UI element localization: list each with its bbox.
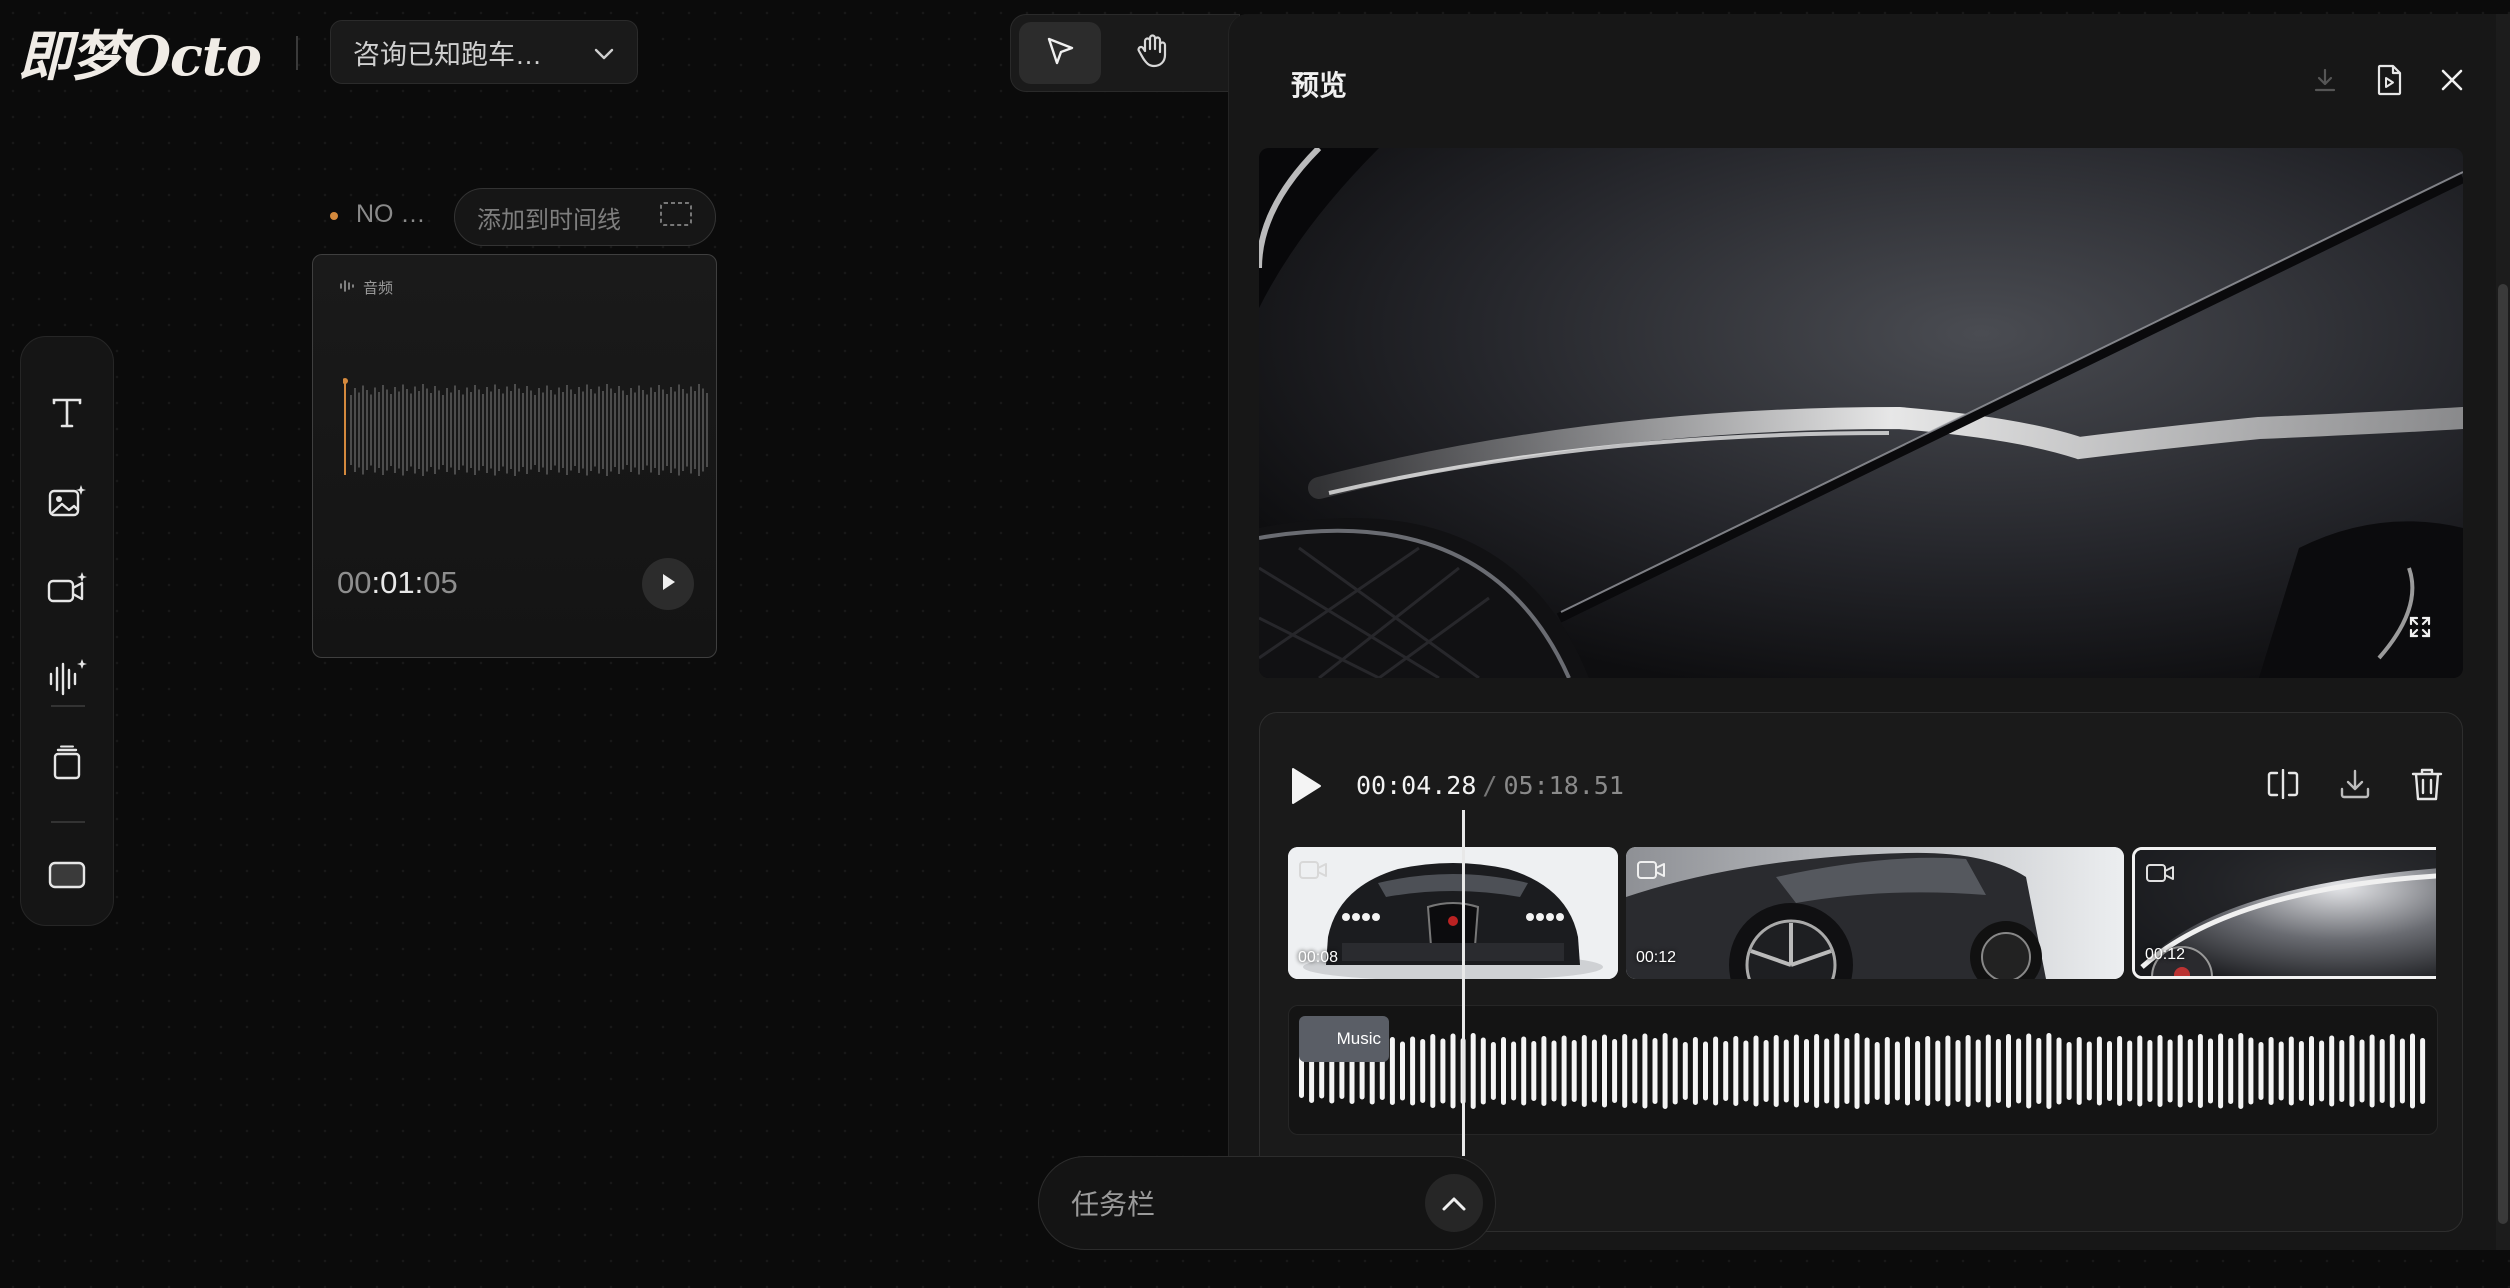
logo-text: 即梦Octo <box>18 23 262 88</box>
cursor-icon <box>1043 34 1077 73</box>
frame-button[interactable] <box>21 847 113 907</box>
audio-tag: 音频 <box>339 277 393 298</box>
download-icon <box>2311 66 2339 99</box>
audio-duration-seconds: 05 <box>423 565 458 600</box>
image-generate-button[interactable] <box>21 473 113 533</box>
waveform-small-icon <box>339 279 355 297</box>
taskbar-label: 任务栏 <box>1071 1189 1156 1220</box>
stack-icon <box>51 745 83 786</box>
clip-duration: 00:12 <box>2145 946 2186 963</box>
layers-button[interactable] <box>21 735 113 795</box>
timeline-play-button[interactable] <box>1286 765 1326 811</box>
project-dropdown[interactable]: 咨询已知跑车… <box>330 20 638 84</box>
clip-duration: 00:12 <box>1636 949 1677 966</box>
expand-icon <box>2408 615 2432 644</box>
video-preview[interactable] <box>1259 148 2463 678</box>
video-camera-icon <box>1636 859 1666 886</box>
clip-thumbnail <box>1626 847 2124 979</box>
pan-tool-button[interactable] <box>1111 22 1193 84</box>
panel-title: 预览 <box>1291 70 1348 101</box>
audio-duration: 00:01:05 <box>337 565 458 601</box>
download-icon <box>2338 767 2372 806</box>
add-to-timeline-label: 添加到时间线 <box>477 206 621 234</box>
video-generate-button[interactable] <box>21 561 113 621</box>
close-icon <box>2439 67 2465 98</box>
total-time: 05:18.51 <box>1503 771 1624 800</box>
image-sparkle-icon <box>47 483 87 524</box>
delete-clip-button[interactable] <box>2404 763 2450 809</box>
preview-panel: 预览 00:04.28 / 05:18.51 00:08 00:12 00:12… <box>1228 14 2510 1250</box>
time-separator: / <box>1482 771 1498 800</box>
close-panel-button[interactable] <box>2432 62 2472 102</box>
toolbar-divider <box>51 821 85 823</box>
video-frame-image <box>1259 148 2463 678</box>
video-track: 00:08 00:12 00:12 <box>1288 847 2436 979</box>
clip-duration: 00:08 <box>1298 949 1339 966</box>
chevron-up-icon <box>1441 1187 1467 1219</box>
audio-card[interactable]: 音频 00:01:05 <box>312 254 717 658</box>
app-logo[interactable]: 即梦Octo <box>18 18 262 88</box>
download-clip-button[interactable] <box>2332 763 2378 809</box>
play-icon <box>1289 766 1323 811</box>
timeline-playhead[interactable] <box>1462 810 1465 1156</box>
chevron-down-icon <box>593 37 615 68</box>
frame-icon <box>48 860 86 895</box>
audio-generate-button[interactable] <box>21 649 113 709</box>
audio-duration-hours: 00 <box>337 565 372 600</box>
play-icon <box>659 572 677 597</box>
project-name: 咨询已知跑车… <box>353 39 542 70</box>
audio-waveform <box>343 378 708 476</box>
current-time: 00:04.28 <box>1356 771 1477 800</box>
audio-tag-label: 音频 <box>363 280 394 297</box>
node-status-dot <box>330 212 338 220</box>
video-sparkle-icon <box>46 571 88 612</box>
video-file-icon <box>2375 64 2403 101</box>
toolbar-divider <box>51 705 85 707</box>
video-camera-icon <box>2145 862 2175 889</box>
video-clip[interactable]: 00:12 <box>1626 847 2124 979</box>
text-tool-button[interactable] <box>21 385 113 445</box>
timecode: 00:04.28/05:18.51 <box>1356 771 1624 800</box>
canvas-tool-toggle <box>1010 14 1240 92</box>
export-file-button[interactable] <box>2369 62 2409 102</box>
add-to-timeline-button[interactable]: 添加到时间线 <box>454 188 716 246</box>
download-disabled-button[interactable] <box>2305 62 2345 102</box>
timeline-frame-icon <box>659 201 693 234</box>
taskbar-expand-button[interactable] <box>1425 1174 1483 1232</box>
scrollbar-thumb[interactable] <box>2498 284 2508 1224</box>
panel-scrollbar[interactable] <box>2496 14 2510 1250</box>
select-tool-button[interactable] <box>1019 22 1101 84</box>
node-title[interactable]: NO … <box>356 200 425 229</box>
trash-icon <box>2410 766 2444 807</box>
fullscreen-button[interactable] <box>2403 612 2437 646</box>
music-track[interactable]: Music <box>1288 1005 2438 1135</box>
left-toolbar <box>20 336 114 926</box>
taskbar[interactable]: 任务栏 <box>1038 1156 1496 1250</box>
hand-icon <box>1135 33 1169 74</box>
music-label: Music <box>1299 1016 1389 1062</box>
header-divider <box>296 36 298 70</box>
timeline-editor: 00:04.28/05:18.51 00:08 00:12 00:12 Musi… <box>1259 712 2463 1232</box>
video-clip-selected[interactable]: 00:12 <box>2132 847 2436 979</box>
video-camera-icon <box>1298 859 1328 886</box>
audio-sparkle-icon <box>46 658 88 701</box>
video-clip[interactable]: 00:08 <box>1288 847 1618 979</box>
audio-duration-middle: :01: <box>371 565 424 600</box>
text-icon <box>49 395 85 436</box>
split-button[interactable] <box>2260 763 2306 809</box>
split-icon <box>2265 768 2301 804</box>
audio-play-button[interactable] <box>642 558 694 610</box>
